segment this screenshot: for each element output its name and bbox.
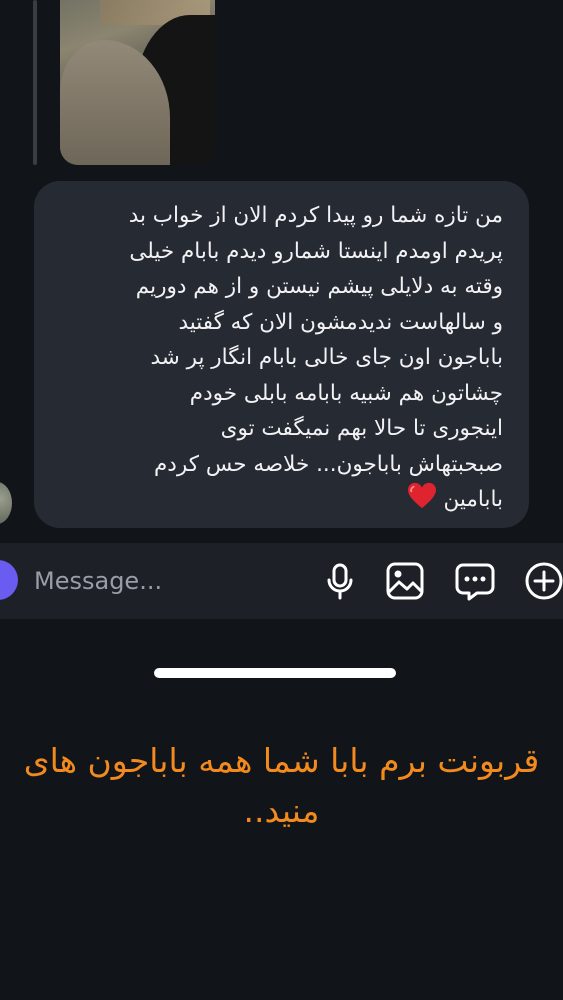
received-message-bubble[interactable]: من تازه شما رو پیدا کردم الان از خواب بد… — [34, 181, 529, 528]
reply-thread-line — [33, 0, 37, 165]
sender-avatar[interactable] — [0, 482, 12, 524]
red-heart-icon — [407, 482, 436, 509]
camera-button[interactable] — [0, 560, 18, 600]
home-indicator[interactable] — [154, 668, 396, 678]
overlay-caption: قربونت برم بابا شما همه باباجون های منید… — [23, 741, 540, 830]
message-composer — [0, 543, 563, 619]
message-text: من تازه شما رو پیدا کردم الان از خواب بد… — [60, 198, 503, 518]
sticker-icon[interactable] — [455, 561, 495, 601]
image-icon[interactable] — [385, 561, 425, 601]
shared-photo[interactable] — [60, 0, 215, 165]
plus-icon[interactable] — [524, 561, 563, 601]
message-body: من تازه شما رو پیدا کردم الان از خواب بد… — [128, 203, 503, 512]
message-input[interactable] — [34, 563, 294, 599]
microphone-icon[interactable] — [320, 561, 360, 601]
